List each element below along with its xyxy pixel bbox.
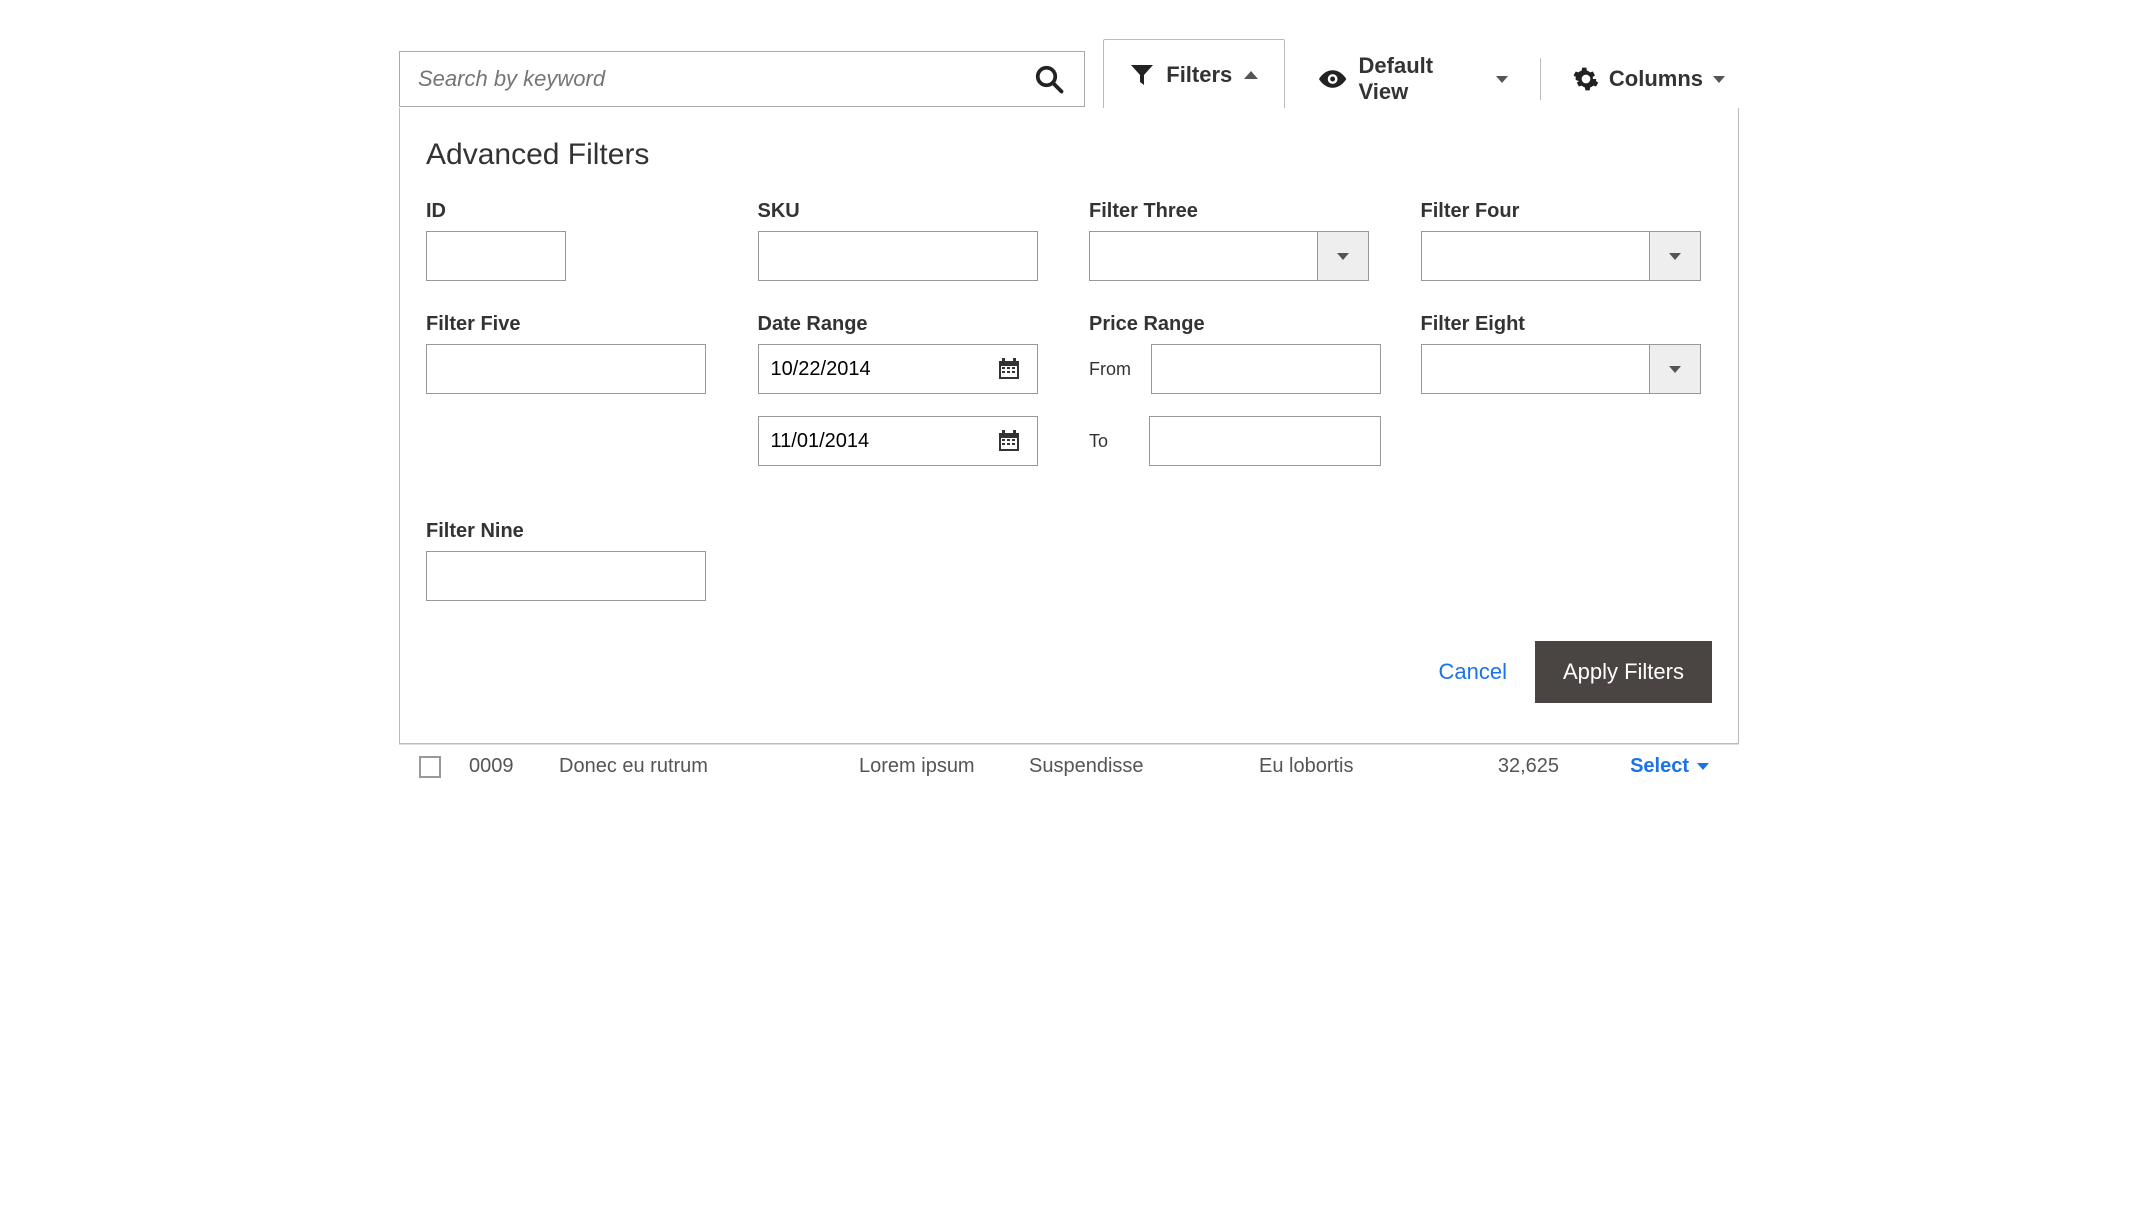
date-from-picker[interactable]	[994, 344, 1024, 394]
chevron-down-icon	[1669, 253, 1681, 260]
cell-name: Donec eu rutrum	[559, 755, 859, 778]
filter-four-caret[interactable]	[1649, 231, 1701, 281]
default-view-dropdown[interactable]: Default View	[1303, 53, 1522, 105]
eye-icon	[1317, 67, 1348, 91]
default-view-label: Default View	[1359, 53, 1486, 105]
field-date-range: Date Range	[758, 313, 1050, 488]
cell-col5: Eu lobortis	[1259, 755, 1419, 778]
funnel-icon	[1130, 64, 1154, 86]
filter-eight-caret[interactable]	[1649, 344, 1701, 394]
search-box	[399, 51, 1085, 107]
price-from-input[interactable]	[1151, 344, 1381, 394]
chevron-down-icon	[1697, 763, 1709, 770]
search-input[interactable]	[400, 52, 1084, 106]
filter-eight-label: Filter Eight	[1421, 313, 1713, 336]
field-id: ID	[426, 200, 718, 281]
field-filter-three: Filter Three	[1089, 200, 1381, 281]
row-checkbox[interactable]	[419, 756, 441, 778]
sku-input[interactable]	[758, 231, 1038, 281]
field-filter-five: Filter Five	[426, 313, 718, 488]
date-to-picker[interactable]	[994, 416, 1024, 466]
columns-dropdown[interactable]: Columns	[1559, 66, 1739, 92]
id-input[interactable]	[426, 231, 566, 281]
separator	[1540, 58, 1541, 100]
chevron-down-icon	[1713, 76, 1725, 83]
gear-icon	[1573, 66, 1599, 92]
price-range-label: Price Range	[1089, 313, 1381, 336]
price-from-label: From	[1089, 359, 1131, 380]
price-to-label: To	[1089, 431, 1129, 452]
filter-five-label: Filter Five	[426, 313, 718, 336]
filters-tab[interactable]: Filters	[1103, 39, 1285, 109]
filter-nine-input[interactable]	[426, 551, 706, 601]
chevron-down-icon	[1669, 366, 1681, 373]
cancel-button[interactable]: Cancel	[1438, 659, 1506, 685]
chevron-down-icon	[1337, 253, 1349, 260]
sku-label: SKU	[758, 200, 1050, 223]
filters-label: Filters	[1166, 62, 1232, 88]
field-filter-eight: Filter Eight	[1421, 313, 1713, 488]
field-price-range: Price Range From To	[1089, 313, 1381, 488]
search-icon	[1034, 64, 1064, 94]
apply-filters-button[interactable]: Apply Filters	[1535, 641, 1712, 703]
calendar-icon	[997, 429, 1021, 453]
date-range-label: Date Range	[758, 313, 1050, 336]
filter-nine-label: Filter Nine	[426, 520, 718, 543]
select-label: Select	[1630, 755, 1689, 778]
filter-three-label: Filter Three	[1089, 200, 1381, 223]
row-action-select[interactable]: Select	[1589, 755, 1709, 778]
field-filter-nine: Filter Nine	[426, 520, 718, 601]
columns-label: Columns	[1609, 66, 1703, 92]
toolbar: Filters Default View Columns	[399, 50, 1739, 108]
cell-id: 0009	[469, 755, 559, 778]
field-sku: SKU	[758, 200, 1050, 281]
chevron-down-icon	[1496, 76, 1508, 83]
field-filter-four: Filter Four	[1421, 200, 1713, 281]
chevron-up-icon	[1244, 71, 1258, 79]
cell-col4: Suspendisse	[1029, 755, 1259, 778]
filter-five-input[interactable]	[426, 344, 706, 394]
panel-actions: Cancel Apply Filters	[426, 641, 1712, 703]
filter-four-label: Filter Four	[1421, 200, 1713, 223]
id-label: ID	[426, 200, 718, 223]
table-row: 0009 Donec eu rutrum Lorem ipsum Suspend…	[399, 744, 1739, 778]
advanced-filters-panel: Advanced Filters ID SKU Filter Three	[399, 108, 1739, 744]
filter-three-caret[interactable]	[1317, 231, 1369, 281]
calendar-icon	[997, 357, 1021, 381]
search-button[interactable]	[1024, 52, 1074, 106]
price-to-input[interactable]	[1149, 416, 1380, 466]
panel-title: Advanced Filters	[426, 138, 1712, 172]
cell-number: 32,625	[1419, 755, 1589, 778]
cell-col3: Lorem ipsum	[859, 755, 1029, 778]
